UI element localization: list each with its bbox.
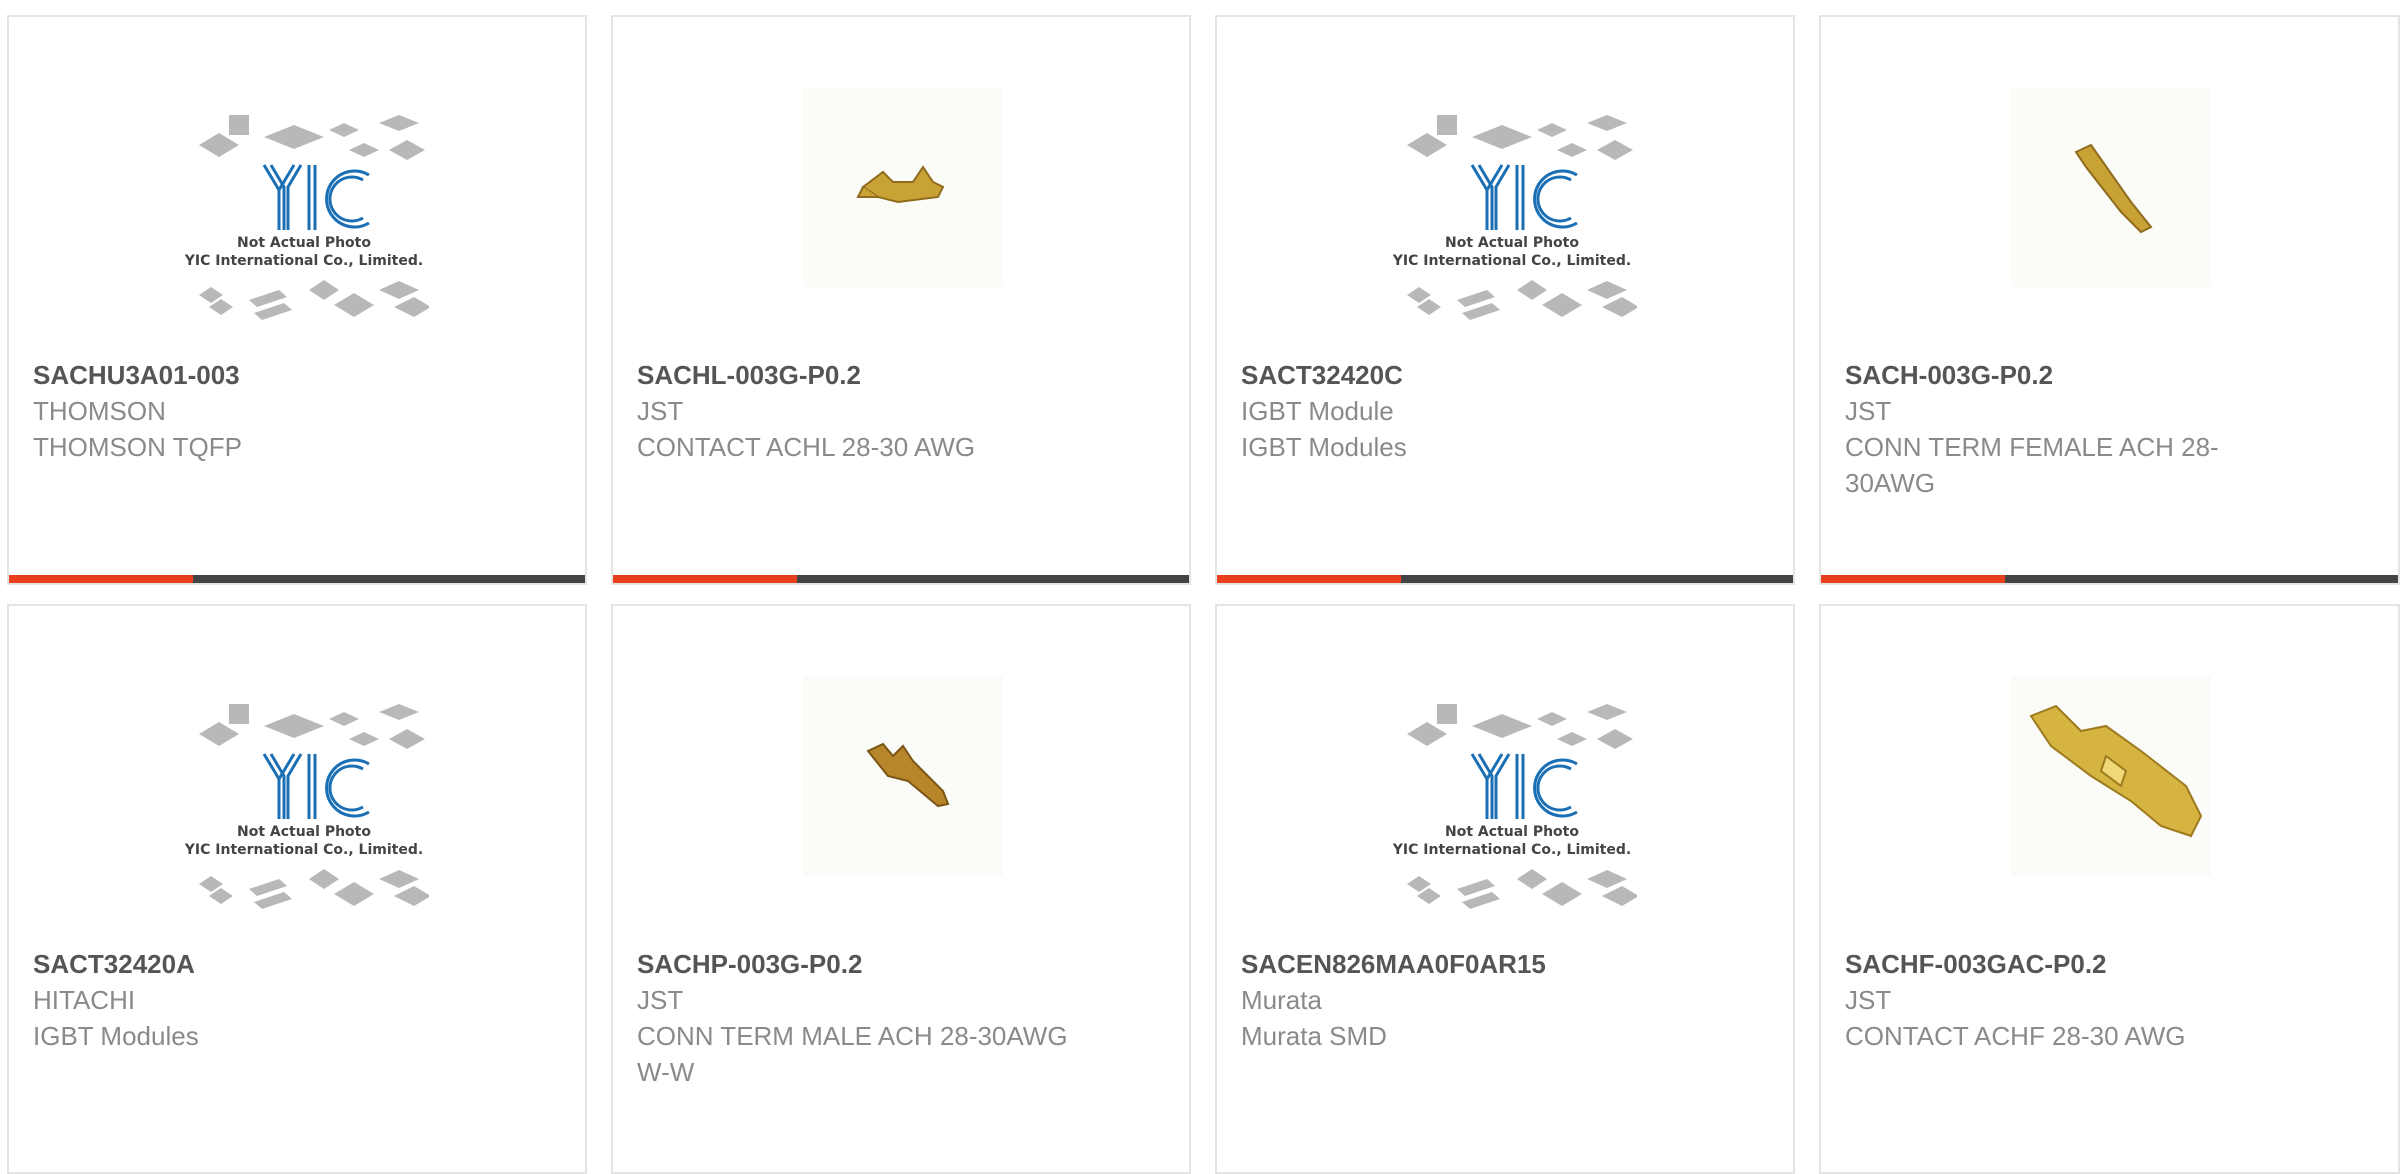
product-image-placeholder[interactable]: Not Actual Photo YIC International Co., … bbox=[1387, 85, 1637, 335]
svg-text:Not Actual Photo: Not Actual Photo bbox=[237, 824, 371, 840]
description: IGBT Modules bbox=[33, 1021, 199, 1051]
svg-text:YIC International Co., Limited: YIC International Co., Limited. bbox=[184, 253, 423, 269]
part-number-link[interactable]: SACEN826MAA0F0AR15 bbox=[1241, 946, 1683, 982]
manufacturer: JST bbox=[1845, 396, 1892, 426]
part-number-link[interactable]: SACH-003G-P0.2 bbox=[1845, 357, 2288, 393]
part-number-link[interactable]: SACHL-003G-P0.2 bbox=[637, 357, 1079, 393]
product-image[interactable] bbox=[2011, 87, 2211, 287]
product-image-placeholder[interactable]: Not Actual Photo YIC International Co., … bbox=[1387, 674, 1637, 924]
svg-text:YIC International Co., Limited: YIC International Co., Limited. bbox=[1392, 253, 1631, 269]
description: IGBT Modules bbox=[1241, 432, 1407, 462]
manufacturer: JST bbox=[637, 396, 684, 426]
card-footer-bar bbox=[613, 575, 1189, 583]
manufacturer: JST bbox=[1845, 985, 1892, 1015]
part-number-link[interactable]: SACHF-003GAC-P0.2 bbox=[1845, 946, 2288, 982]
product-card[interactable]: Not Actual Photo YIC International Co., … bbox=[1215, 604, 1795, 1174]
svg-text:Not Actual Photo: Not Actual Photo bbox=[1445, 824, 1579, 840]
svg-text:Not Actual Photo: Not Actual Photo bbox=[1445, 235, 1579, 251]
product-image-placeholder[interactable]: Not Actual Photo YIC International Co., … bbox=[179, 674, 429, 924]
svg-text:Not Actual Photo: Not Actual Photo bbox=[237, 235, 371, 251]
card-accent bbox=[1217, 575, 1401, 583]
description: THOMSON TQFP bbox=[33, 432, 242, 462]
description: Murata SMD bbox=[1241, 1021, 1387, 1051]
description: CONN TERM FEMALE ACH 28-30AWG bbox=[1845, 432, 2219, 498]
part-number-link[interactable]: SACHP-003G-P0.2 bbox=[637, 946, 1079, 982]
product-card[interactable]: Not Actual Photo YIC International Co., … bbox=[7, 604, 587, 1174]
product-image[interactable] bbox=[2011, 676, 2211, 876]
part-number-link[interactable]: SACT32420C bbox=[1241, 357, 1683, 393]
product-image[interactable] bbox=[803, 87, 1003, 287]
svg-text:YIC International Co., Limited: YIC International Co., Limited. bbox=[184, 842, 423, 858]
product-image-placeholder[interactable]: Not Actual Photo YIC International Co., … bbox=[179, 85, 429, 335]
product-card[interactable]: Not Actual Photo YIC International Co., … bbox=[7, 15, 587, 585]
product-card[interactable]: SACHP-003G-P0.2 JST CONN TERM MALE ACH 2… bbox=[611, 604, 1191, 1174]
card-accent bbox=[9, 575, 193, 583]
product-card[interactable]: Not Actual Photo YIC International Co., … bbox=[1215, 15, 1795, 585]
product-card[interactable]: SACHL-003G-P0.2 JST CONTACT ACHL 28-30 A… bbox=[611, 15, 1191, 585]
manufacturer: Murata bbox=[1241, 985, 1322, 1015]
card-footer-bar bbox=[1217, 575, 1793, 583]
manufacturer: HITACHI bbox=[33, 985, 136, 1015]
manufacturer: JST bbox=[637, 985, 684, 1015]
card-footer-bar bbox=[9, 575, 585, 583]
part-number-link[interactable]: SACHU3A01-003 bbox=[33, 357, 475, 393]
product-image[interactable] bbox=[803, 676, 1003, 876]
description: CONTACT ACHF 28-30 AWG bbox=[1845, 1021, 2186, 1051]
manufacturer: IGBT Module bbox=[1241, 396, 1394, 426]
svg-text:YIC International Co., Limited: YIC International Co., Limited. bbox=[1392, 842, 1631, 858]
description: CONN TERM MALE ACH 28-30AWG W-W bbox=[637, 1021, 1068, 1087]
card-accent bbox=[1821, 575, 2005, 583]
description: CONTACT ACHL 28-30 AWG bbox=[637, 432, 976, 462]
manufacturer: THOMSON bbox=[33, 396, 166, 426]
card-accent bbox=[613, 575, 797, 583]
product-card[interactable]: SACHF-003GAC-P0.2 JST CONTACT ACHF 28-30… bbox=[1819, 604, 2400, 1174]
part-number-link[interactable]: SACT32420A bbox=[33, 946, 475, 982]
product-card[interactable]: SACH-003G-P0.2 JST CONN TERM FEMALE ACH … bbox=[1819, 15, 2400, 585]
card-footer-bar bbox=[1821, 575, 2398, 583]
